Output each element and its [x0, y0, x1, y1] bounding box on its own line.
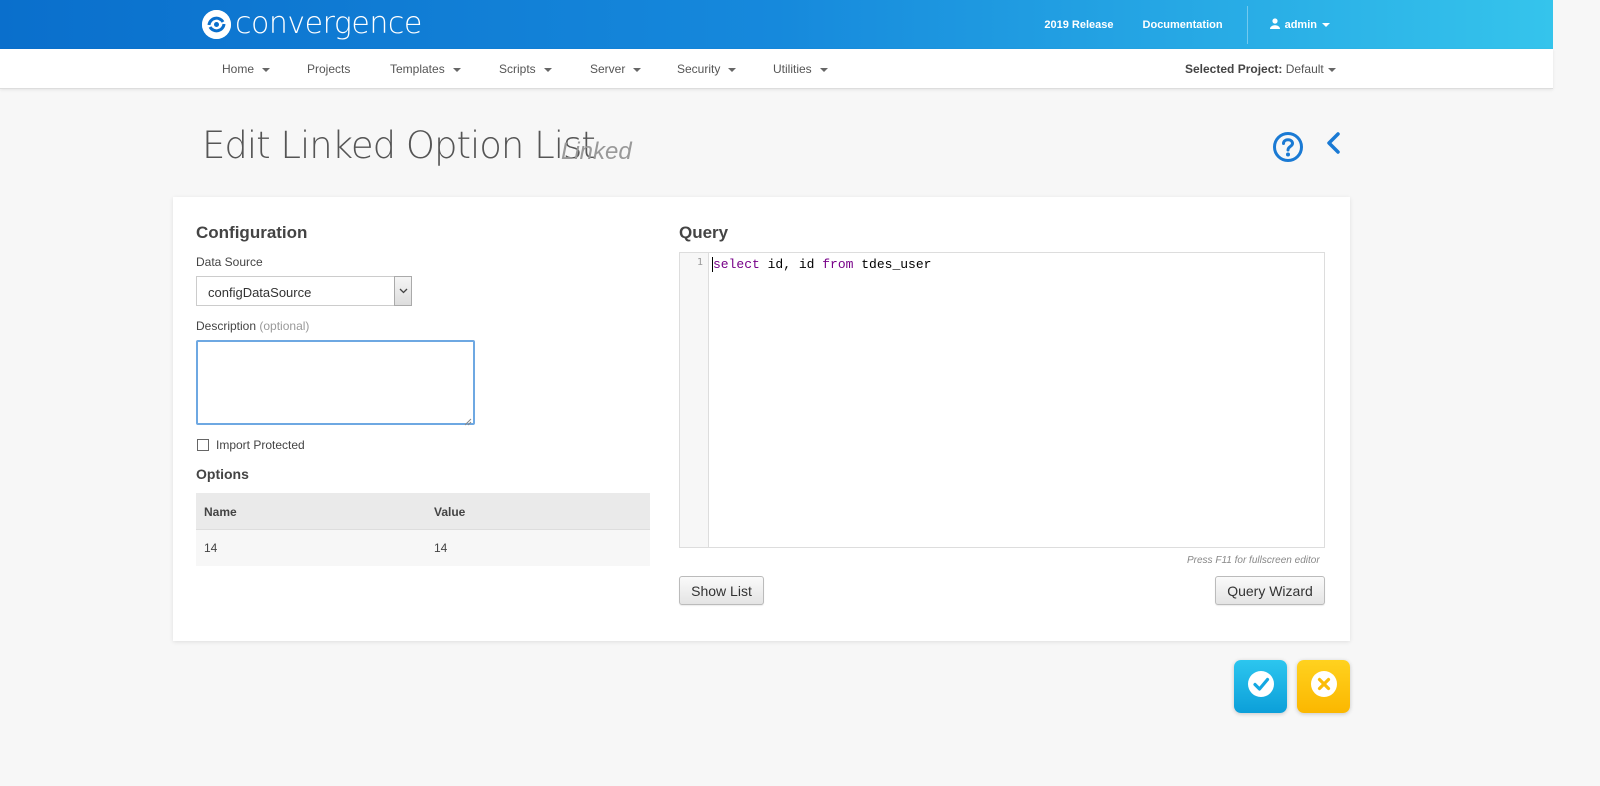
resize-grip-icon[interactable]	[463, 413, 472, 426]
chevron-down-icon	[452, 67, 461, 72]
table-row[interactable]: 14 14	[196, 530, 650, 566]
user-name: admin	[1284, 18, 1317, 31]
page-title: Edit Linked Option List	[202, 124, 596, 167]
top-header: convergence 2019 Release Documentation a…	[0, 0, 1553, 49]
chevron-down-icon	[819, 67, 828, 72]
chevron-down-icon	[633, 67, 642, 72]
user-menu[interactable]: admin	[1269, 17, 1330, 32]
sql-text: id, id	[759, 257, 823, 272]
nav-item-utilities[interactable]: Utilities	[773, 49, 828, 89]
options-table: Name Value 14 14	[196, 493, 650, 566]
options-heading: Options	[196, 466, 249, 482]
column-header-name[interactable]: Name	[204, 493, 237, 531]
nav-item-server[interactable]: Server	[590, 49, 642, 89]
check-circle-icon	[1247, 670, 1275, 703]
nav-item-home[interactable]: Home	[222, 49, 271, 89]
nav-item-security[interactable]: Security	[677, 49, 737, 89]
nav-item-label: Projects	[307, 62, 351, 76]
code-line[interactable]: select id, id from tdes_user	[713, 257, 931, 272]
query-wizard-button[interactable]: Query Wizard	[1215, 576, 1325, 605]
chevron-down-icon	[543, 67, 552, 72]
description-label: Description (optional)	[196, 319, 309, 333]
chevron-down-icon	[728, 67, 737, 72]
show-list-button[interactable]: Show List	[679, 576, 764, 605]
import-protected-checkbox[interactable]	[197, 439, 209, 451]
sql-keyword-select: select	[713, 257, 760, 272]
data-source-value: configDataSource	[208, 285, 312, 300]
question-circle-icon[interactable]	[1272, 131, 1304, 163]
cancel-button[interactable]	[1297, 660, 1350, 713]
x-circle-icon	[1310, 670, 1338, 703]
nav-item-label: Server	[590, 62, 626, 76]
brand-logo[interactable]: convergence	[202, 6, 422, 42]
configuration-heading: Configuration	[196, 223, 308, 242]
documentation-link[interactable]: Documentation	[1143, 19, 1223, 31]
data-source-select[interactable]: configDataSource	[196, 276, 412, 306]
release-link[interactable]: 2019 Release	[1044, 19, 1113, 31]
description-textarea[interactable]	[196, 340, 475, 425]
user-icon	[1269, 17, 1280, 32]
nav-item-templates[interactable]: Templates	[390, 49, 461, 89]
data-source-label: Data Source	[196, 255, 263, 269]
save-button[interactable]	[1234, 660, 1287, 713]
chevron-down-icon[interactable]	[394, 276, 412, 306]
sql-text: tdes_user	[853, 257, 932, 272]
sql-keyword-from: from	[822, 257, 854, 272]
option-value-cell: 14	[434, 541, 448, 555]
query-code-editor[interactable]: 1 select id, id from tdes_user	[679, 252, 1325, 548]
logo-icon	[202, 9, 231, 39]
project-selector[interactable]: Selected Project: Default	[1185, 49, 1336, 89]
nav-item-label: Scripts	[499, 62, 536, 76]
header-links: 2019 Release Documentation admin	[1044, 0, 1553, 49]
query-heading: Query	[679, 223, 729, 242]
nav-item-projects[interactable]: Projects	[307, 49, 350, 89]
options-table-header: Name Value	[196, 493, 650, 530]
project-selector-value: Default	[1285, 62, 1324, 76]
nav-item-scripts[interactable]: Scripts	[499, 49, 552, 89]
nav-item-label: Security	[677, 62, 721, 76]
brand-name: convergence	[235, 6, 422, 41]
project-selector-label: Selected Project:	[1185, 62, 1283, 76]
header-divider	[1246, 5, 1248, 44]
chevron-down-icon	[1327, 67, 1336, 72]
option-name-cell: 14	[204, 541, 218, 555]
editor-gutter: 1	[680, 253, 709, 547]
chevron-down-icon	[262, 67, 271, 72]
chevron-down-icon	[1322, 22, 1330, 27]
edit-form-card: Configuration Data Source configDataSour…	[173, 197, 1350, 641]
nav-item-label: Home	[222, 62, 255, 76]
chevron-left-icon[interactable]	[1324, 131, 1342, 157]
nav-item-label: Templates	[390, 62, 445, 76]
description-optional-text: (optional)	[259, 319, 310, 333]
description-label-text: Description	[196, 319, 257, 333]
line-number: 1	[696, 257, 703, 268]
fullscreen-hint: Press F11 for fullscreen editor	[1187, 555, 1320, 566]
column-header-value[interactable]: Value	[434, 493, 465, 531]
nav-item-label: Utilities	[773, 62, 812, 76]
main-nav: Home Projects Templates Scripts Server S…	[0, 49, 1553, 89]
import-protected-label[interactable]: Import Protected	[216, 438, 305, 452]
page-subtitle: Linked	[561, 138, 632, 165]
